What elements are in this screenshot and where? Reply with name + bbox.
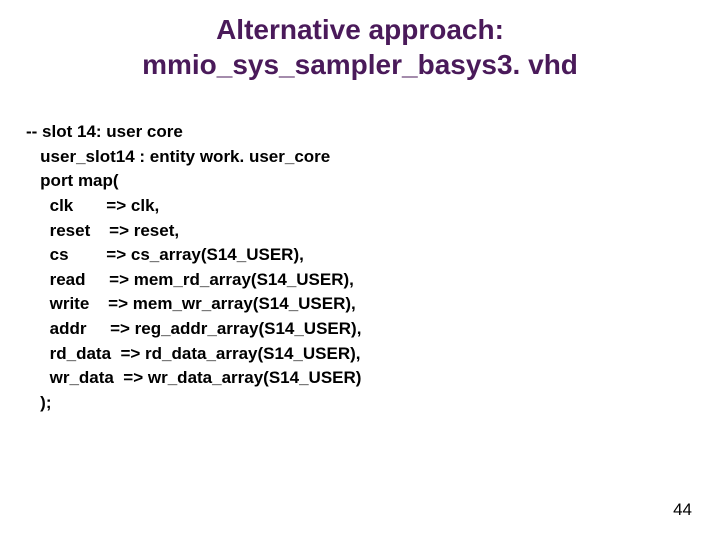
code-line: port map( (26, 169, 720, 194)
code-line: wr_data => wr_data_array(S14_USER) (26, 366, 720, 391)
code-line: user_slot14 : entity work. user_core (26, 145, 720, 170)
code-block: -- slot 14: user core user_slot14 : enti… (0, 102, 720, 416)
code-line: read => mem_rd_array(S14_USER), (26, 268, 720, 293)
code-line: clk => clk, (26, 194, 720, 219)
code-line: rd_data => rd_data_array(S14_USER), (26, 342, 720, 367)
code-line: -- slot 14: user core (26, 120, 720, 145)
page-number: 44 (673, 500, 692, 520)
code-line: ); (26, 391, 720, 416)
code-line: addr => reg_addr_array(S14_USER), (26, 317, 720, 342)
slide-title: Alternative approach: mmio_sys_sampler_b… (0, 0, 720, 102)
code-line: reset => reset, (26, 219, 720, 244)
code-line: write => mem_wr_array(S14_USER), (26, 292, 720, 317)
code-line: cs => cs_array(S14_USER), (26, 243, 720, 268)
title-line-1: Alternative approach: (0, 12, 720, 47)
title-line-2: mmio_sys_sampler_basys3. vhd (0, 47, 720, 82)
